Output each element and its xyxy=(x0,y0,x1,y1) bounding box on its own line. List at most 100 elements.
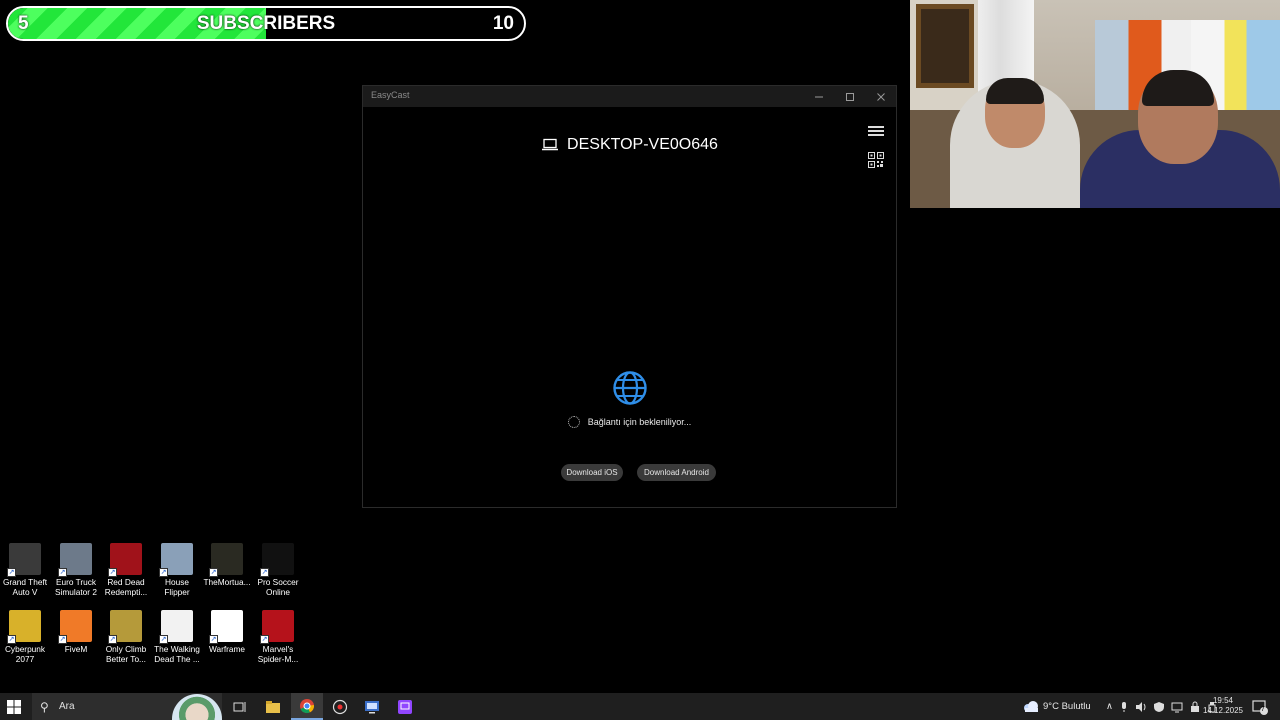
task-view-button[interactable] xyxy=(224,693,256,720)
search-highlight-image xyxy=(172,694,222,720)
shortcut-label: Red Dead Redempti... xyxy=(104,577,148,597)
desktop-shortcut[interactable]: ↗ Cyberpunk 2077 xyxy=(0,610,50,664)
shortcut-label: House Flipper xyxy=(164,577,190,597)
shortcut-arrow-icon: ↗ xyxy=(108,635,117,644)
notification-icon xyxy=(1252,699,1268,715)
shortcut-arrow-icon: ↗ xyxy=(260,635,269,644)
app-window-icon xyxy=(365,700,379,713)
cloud-icon xyxy=(1024,700,1038,712)
device-name: DESKTOP-VE0O646 xyxy=(567,136,718,153)
folder-icon xyxy=(266,700,280,713)
action-center-button[interactable]: 7 xyxy=(1252,693,1268,720)
recorder-button[interactable] xyxy=(324,693,356,720)
microphone-icon[interactable] xyxy=(1119,701,1129,713)
gta-icon: ↗ xyxy=(7,543,41,577)
chrome-button[interactable] xyxy=(291,693,323,720)
task-view-icon xyxy=(233,701,246,712)
subscriber-label: SUBSCRIBERS xyxy=(196,13,336,34)
download-android-button[interactable]: Download Android xyxy=(637,464,716,481)
notification-count: 7 xyxy=(1261,706,1265,713)
search-icon: ⚲ xyxy=(40,700,49,714)
screen: 5 SUBSCRIBERS 10 EasyCast DESKTOP-VE0O64… xyxy=(0,0,1280,720)
weather-text: 9°C Bulutlu xyxy=(1043,701,1091,712)
close-icon xyxy=(877,92,885,101)
shortcut-label: The Walking Dead The ... xyxy=(154,644,200,664)
shortcut-arrow-icon: ↗ xyxy=(108,568,117,577)
desktop-shortcut[interactable]: ↗ FiveM xyxy=(51,610,101,654)
shortcut-label: Only Climb Better To... xyxy=(105,644,147,664)
shortcut-label: Grand Theft Auto V xyxy=(2,577,48,597)
desktop-shortcut[interactable]: ↗ TheMortua... xyxy=(202,543,252,587)
soccer-icon: ↗ xyxy=(260,543,294,577)
desktop-shortcut[interactable]: ↗ Grand Theft Auto V xyxy=(0,543,50,597)
minimize-button[interactable] xyxy=(804,86,834,107)
walking-dead-icon: ↗ xyxy=(159,610,193,644)
purple-app-icon xyxy=(398,699,412,714)
shortcut-arrow-icon: ↗ xyxy=(159,568,168,577)
shortcut-label: Pro Soccer Online xyxy=(257,577,299,597)
desktop-shortcut[interactable]: ↗ House Flipper xyxy=(152,543,202,597)
qr-code-icon[interactable] xyxy=(868,152,884,168)
maximize-button[interactable] xyxy=(835,86,865,107)
desktop-shortcut[interactable]: ↗ Only Climb Better To... xyxy=(101,610,151,664)
window-titlebar[interactable]: EasyCast xyxy=(363,86,896,107)
shortcut-arrow-icon: ↗ xyxy=(7,568,16,577)
easycast-window: EasyCast DESKTOP-VE0O646 Bağlantı için b… xyxy=(362,85,897,508)
connection-status: Bağlantı için bekleniliyor... xyxy=(363,416,896,428)
spiderman-icon: ↗ xyxy=(260,610,294,644)
laptop-icon xyxy=(542,138,559,151)
fivem-icon: ↗ xyxy=(58,610,92,644)
network-icon[interactable] xyxy=(1171,701,1183,713)
shortcut-arrow-icon: ↗ xyxy=(159,635,168,644)
record-icon xyxy=(332,699,348,714)
shortcut-arrow-icon: ↗ xyxy=(58,635,67,644)
minimize-icon xyxy=(815,96,823,97)
warframe-icon: ↗ xyxy=(209,610,243,644)
hamburger-menu-icon[interactable] xyxy=(868,126,884,136)
portrait-frame xyxy=(916,4,974,88)
shortcut-label: Marvel's Spider-M... xyxy=(257,644,299,664)
desktop-shortcut[interactable]: ↗ Warframe xyxy=(202,610,252,654)
webcam-feed xyxy=(910,0,1280,208)
desktop-shortcut[interactable]: ↗ Euro Truck Simulator 2 xyxy=(51,543,101,597)
weather-widget[interactable]: 9°C Bulutlu xyxy=(1022,693,1091,720)
desktop-shortcut[interactable]: ↗ The Walking Dead The ... xyxy=(152,610,202,664)
truck-icon: ↗ xyxy=(58,543,92,577)
cyberpunk-icon: ↗ xyxy=(7,610,41,644)
subscriber-goal-count: 10 xyxy=(492,13,514,34)
shortcut-label: FiveM xyxy=(64,644,88,654)
house-icon: ↗ xyxy=(159,543,193,577)
twitch-studio-button[interactable] xyxy=(389,693,421,720)
rdr-icon: ↗ xyxy=(108,543,142,577)
desktop-shortcut[interactable]: ↗ Pro Soccer Online xyxy=(253,543,303,597)
globe-icon xyxy=(613,371,647,405)
shortcut-label: Cyberpunk 2077 xyxy=(4,644,46,664)
maximize-icon xyxy=(846,92,854,101)
status-text: Bağlantı için bekleniliyor... xyxy=(587,417,692,427)
shortcut-arrow-icon: ↗ xyxy=(7,635,16,644)
search-placeholder: Ara xyxy=(59,701,75,712)
chrome-icon xyxy=(300,698,315,713)
shortcut-arrow-icon: ↗ xyxy=(209,568,218,577)
window-title: EasyCast xyxy=(371,90,410,100)
app-window-button[interactable] xyxy=(356,693,388,720)
windows-start-icon[interactable] xyxy=(6,699,22,715)
file-explorer-button[interactable] xyxy=(257,693,289,720)
shortcut-label: Euro Truck Simulator 2 xyxy=(55,577,97,597)
desktop-shortcut[interactable]: ↗ Red Dead Redempti... xyxy=(101,543,151,597)
close-button[interactable] xyxy=(866,86,896,107)
shortcut-label: TheMortua... xyxy=(203,577,251,587)
defender-icon[interactable] xyxy=(1153,701,1165,713)
download-ios-button[interactable]: Download iOS xyxy=(561,464,623,481)
shortcut-arrow-icon: ↗ xyxy=(209,635,218,644)
desktop-shortcut[interactable]: ↗ Marvel's Spider-M... xyxy=(253,610,303,664)
taskbar-search-box[interactable]: ⚲ Ara xyxy=(32,693,222,720)
device-header: DESKTOP-VE0O646 xyxy=(363,136,896,154)
taskbar: ⚲ Ara 9°C Bulutlu ∧ 19:54 14.12.2025 7 xyxy=(0,693,1280,720)
climb-icon: ↗ xyxy=(108,610,142,644)
clock-date: 14.12.2025 xyxy=(1202,706,1244,715)
taskbar-clock[interactable]: 19:54 14.12.2025 xyxy=(1200,696,1246,716)
speaker-icon[interactable] xyxy=(1135,701,1147,713)
chevron-up-icon[interactable]: ∧ xyxy=(1106,701,1113,712)
subscriber-goal-bar: 5 SUBSCRIBERS 10 xyxy=(6,6,526,41)
